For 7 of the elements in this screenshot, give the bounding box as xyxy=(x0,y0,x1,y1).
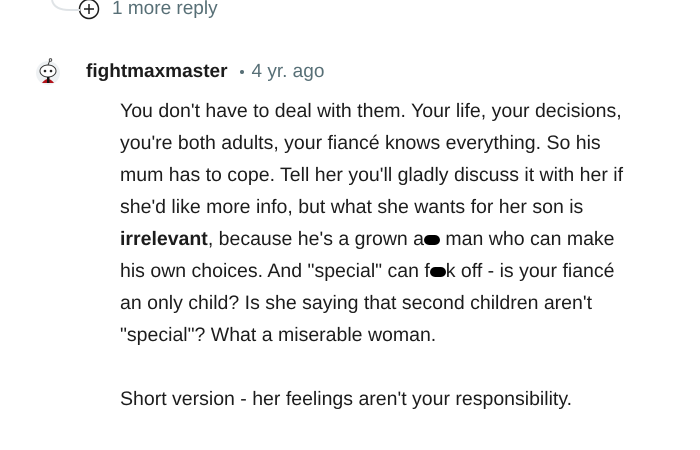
more-replies-link[interactable]: 1 more reply xyxy=(112,0,218,24)
avatar-icon xyxy=(34,57,62,87)
comment-paragraph: Short version - her feelings aren't your responsibility. xyxy=(120,387,574,412)
author-name[interactable]: fightmaxmaster xyxy=(86,58,228,86)
expand-icon[interactable] xyxy=(78,0,100,20)
comment-age: 4 yr. ago xyxy=(252,60,324,84)
comment-paragraph: You don't have to deal with them. Your life, your decisions, you're both adults, your fiancé knows everything. So his mum has to cope. Tell her you'll gladly discuss it with her if she'd like more info, but what she wants for her son is irrelevant, because he's a grown a man who can make his own choices. And "special" can f k off - is your fiancé an only child? Is she saying that second children aren't "special"? What a miserable woman. xyxy=(120,99,624,348)
